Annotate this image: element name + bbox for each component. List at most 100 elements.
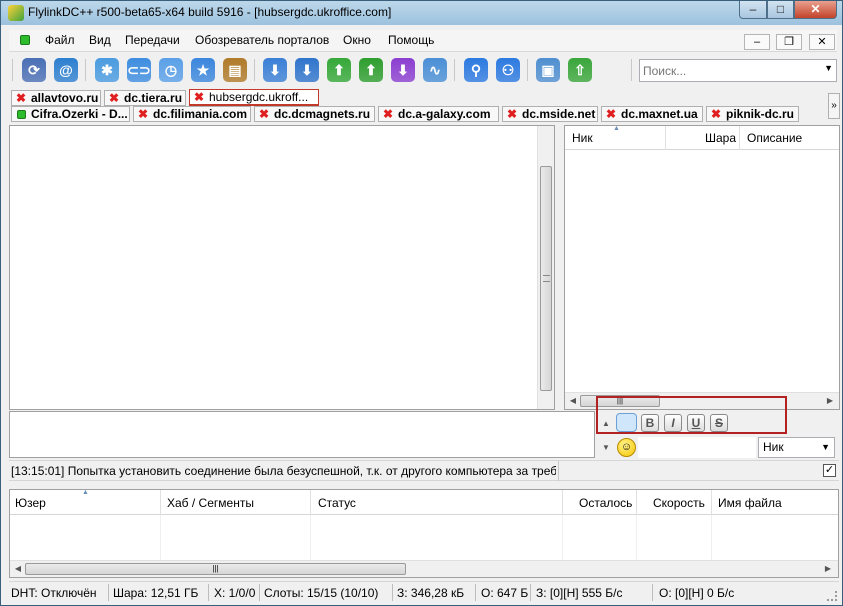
dht-status: DHT: Отключён — [11, 586, 97, 600]
mdi-minimize-button[interactable]: – — [744, 34, 770, 50]
message-input[interactable] — [9, 411, 595, 458]
toolbar-separator — [527, 59, 528, 81]
tabs-overflow-button[interactable]: » — [828, 93, 840, 119]
scroll-left-icon[interactable]: ◀ — [568, 396, 578, 406]
share-size: Шара: 12,51 ГБ — [113, 586, 199, 600]
chevron-down-icon[interactable]: ▼ — [824, 63, 833, 73]
queue-hscrollbar[interactable]: ◀ ||| ▶ — [10, 560, 838, 577]
error-x-icon: ✖ — [259, 107, 270, 121]
address-book-icon[interactable]: ▤ — [223, 58, 247, 82]
scroll-right-icon[interactable]: ▶ — [823, 564, 833, 574]
link-icon[interactable]: ⊂⊃ — [127, 58, 151, 82]
italic-button[interactable]: I — [664, 414, 682, 432]
menu-portal-browser[interactable]: Обозреватель порталов — [195, 33, 329, 47]
toolbar: ⟳ @ ✱ ⊂⊃ ◷ ★ ▤ ⬇ ⬇ ⬆ ⬆ ⬇ ∿ ⚲ ⚇ ▣ ⇧ ▼ — [9, 54, 837, 88]
spiral-icon[interactable]: @ — [54, 58, 78, 82]
downloaded-total: З: 346,28 кБ — [397, 586, 465, 600]
chat-scrollbar[interactable] — [537, 126, 554, 409]
bold-button[interactable]: B — [641, 414, 659, 432]
column-divider[interactable] — [310, 490, 311, 515]
chat-log[interactable] — [9, 125, 555, 410]
tab-dc-mside[interactable]: ✖ dc.mside.net — [502, 106, 598, 122]
upload-queue-icon[interactable]: ⬆ — [327, 58, 351, 82]
title-bar[interactable]: FlylinkDC++ r500-beta65-x64 build 5916 -… — [1, 1, 842, 25]
download-queue-icon[interactable]: ⬇ — [263, 58, 287, 82]
column-divider[interactable] — [160, 490, 161, 515]
upload-icon[interactable]: ⬆ — [359, 58, 383, 82]
tab-cifra-ozerki[interactable]: Cifra.Ozerki - D... — [11, 106, 130, 122]
column-speed[interactable]: Скорость — [653, 496, 705, 510]
close-button[interactable]: ✕ — [794, 1, 837, 19]
menu-window[interactable]: Окно — [343, 33, 371, 47]
chat-bubble-icon[interactable] — [616, 413, 637, 432]
tab-dc-a-galaxy[interactable]: ✖ dc.a-galaxy.com — [378, 106, 499, 122]
tab-dc-maxnet[interactable]: ✖ dc.maxnet.ua — [601, 106, 703, 122]
finished-downloads-icon[interactable]: ⬇ — [391, 58, 415, 82]
search-icon[interactable]: ⚲ — [464, 58, 488, 82]
notepad-icon[interactable]: ▣ — [536, 58, 560, 82]
maximize-button[interactable]: □ — [767, 1, 794, 19]
column-description[interactable]: Описание — [747, 131, 802, 145]
menu-transfers[interactable]: Передачи — [125, 33, 180, 47]
favorite-star-icon[interactable]: ★ — [191, 58, 215, 82]
column-divider[interactable] — [665, 126, 666, 150]
reconnect-icon[interactable]: ⟳ — [22, 58, 46, 82]
status-checkbox[interactable]: ✓ — [823, 464, 836, 477]
tab-piknik-dc[interactable]: ✖ piknik-dc.ru — [706, 106, 799, 122]
tab-dc-dcmagnets[interactable]: ✖ dc.dcmagnets.ru — [254, 106, 375, 122]
bandwidth-chart-icon[interactable]: ∿ — [423, 58, 447, 82]
menu-file[interactable]: Файл — [45, 33, 75, 47]
column-filename[interactable]: Имя файла — [718, 496, 782, 510]
resize-grip[interactable] — [827, 591, 837, 601]
adl-search-icon[interactable]: ⚇ — [496, 58, 520, 82]
scrollbar-thumb[interactable]: ||| — [25, 563, 406, 575]
tab-hubsergdc-active[interactable]: ✖ hubsergdc.ukroff... — [189, 89, 319, 106]
column-divider[interactable] — [739, 126, 740, 150]
toolbar-grip — [12, 59, 13, 81]
menu-help[interactable]: Помощь — [388, 33, 434, 47]
window-title: FlylinkDC++ r500-beta65-x64 build 5916 -… — [28, 5, 392, 19]
scroll-left-icon[interactable]: ◀ — [13, 564, 23, 574]
search-box[interactable]: ▼ — [639, 59, 837, 82]
scrollbar-thumb[interactable] — [540, 166, 552, 391]
tab-allavtovo[interactable]: ✖ allavtovo.ru — [11, 90, 101, 106]
divider — [558, 461, 559, 481]
expand-down-icon[interactable]: ▼ — [602, 443, 610, 452]
column-divider[interactable] — [636, 490, 637, 515]
column-nick[interactable]: Ник — [572, 131, 593, 145]
strikethrough-button[interactable]: S — [710, 414, 728, 432]
divider — [475, 584, 476, 601]
search-input[interactable] — [643, 63, 813, 78]
mdi-restore-button[interactable]: ❐ — [776, 34, 802, 50]
column-divider[interactable] — [711, 490, 712, 515]
transfer-queue[interactable]: ▲ Юзер Хаб / Сегменты Статус Осталось Ск… — [9, 489, 839, 578]
column-status[interactable]: Статус — [318, 496, 356, 510]
scroll-right-icon[interactable]: ▶ — [825, 396, 835, 406]
tab-dc-tiera[interactable]: ✖ dc.tiera.ru — [104, 90, 186, 106]
underline-button[interactable]: U — [687, 414, 705, 432]
flylink-app-icon — [8, 5, 24, 21]
menu-view[interactable]: Вид — [89, 33, 111, 47]
clock-icon[interactable]: ◷ — [159, 58, 183, 82]
hub-counts: Х: 1/0/0 — [214, 586, 256, 600]
column-divider[interactable] — [562, 490, 563, 515]
nick-select[interactable]: Ник ▼ — [758, 437, 835, 458]
smiley-icon[interactable]: ☺ — [617, 438, 636, 457]
error-x-icon: ✖ — [606, 107, 617, 121]
column-remaining[interactable]: Осталось — [579, 496, 632, 510]
download-icon[interactable]: ⬇ — [295, 58, 319, 82]
user-list[interactable]: ▲ Ник Шара Описание ◀ ||| ▶ — [564, 125, 840, 410]
error-x-icon: ✖ — [109, 91, 120, 105]
network-icon[interactable]: ✱ — [95, 58, 119, 82]
tab-dc-filimania[interactable]: ✖ dc.filimania.com — [133, 106, 251, 122]
column-line — [636, 515, 637, 561]
share-upload-icon[interactable]: ⇧ — [568, 58, 592, 82]
divider — [259, 584, 260, 601]
mdi-close-button[interactable]: ✕ — [809, 34, 835, 50]
column-user[interactable]: Юзер — [15, 496, 46, 510]
status-message-bar: [13:15:01] Попытка установить соединение… — [9, 460, 839, 481]
column-share[interactable]: Шара — [705, 131, 736, 145]
error-x-icon: ✖ — [711, 107, 722, 121]
column-hub-segments[interactable]: Хаб / Сегменты — [167, 496, 254, 510]
minimize-button[interactable]: – — [739, 1, 767, 19]
